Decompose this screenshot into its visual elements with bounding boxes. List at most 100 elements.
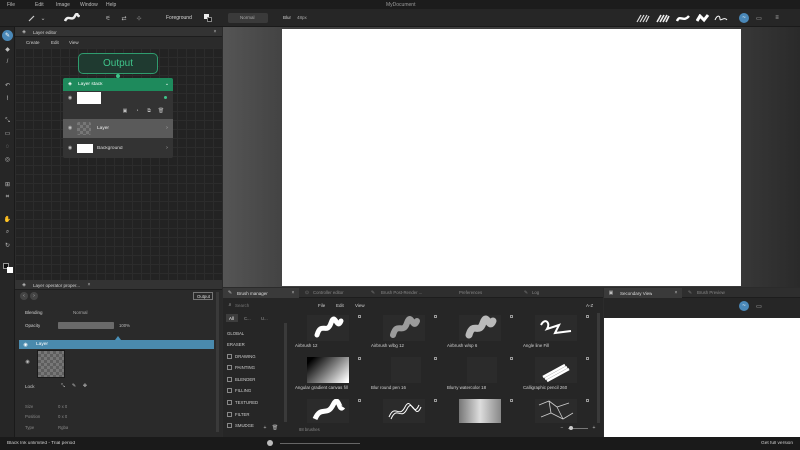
brush-preset-5-icon[interactable] bbox=[714, 14, 728, 23]
tab-brush-post-render[interactable]: Brush Post-Render ... bbox=[381, 290, 422, 295]
filter-all[interactable]: All bbox=[226, 314, 238, 322]
zoom-slider[interactable] bbox=[280, 443, 360, 444]
category-item[interactable]: ERASER bbox=[225, 339, 283, 350]
layer-stack-header[interactable]: ◈ Layer stack ⌄ bbox=[63, 78, 173, 91]
lock-paint-icon[interactable]: ✎ bbox=[70, 382, 78, 390]
tab-brush-manager[interactable]: ✎ Brush manager × bbox=[223, 288, 299, 298]
menu-image[interactable]: Image bbox=[56, 2, 70, 8]
blur-value[interactable]: 48px bbox=[297, 15, 307, 20]
brush-tile[interactable]: Blurry watercolor 18 bbox=[443, 355, 517, 397]
eye-icon[interactable]: ◉ bbox=[66, 124, 74, 132]
brush-tile[interactable] bbox=[367, 397, 441, 423]
collapse-icon[interactable]: ⌄ bbox=[163, 80, 171, 88]
crop-icon[interactable]: ⌗ bbox=[2, 193, 13, 202]
undo-icon[interactable]: ↶ bbox=[2, 81, 13, 90]
tab-controller-editor[interactable]: Controller editor bbox=[313, 290, 344, 295]
brush-icon[interactable]: ✎ bbox=[2, 30, 13, 41]
category-item[interactable]: DRAWING bbox=[225, 351, 283, 362]
category-item[interactable]: FILTER bbox=[225, 409, 283, 420]
brush-grid-scrollbar[interactable] bbox=[597, 313, 600, 423]
add-mask-icon[interactable]: ▣ bbox=[121, 107, 129, 115]
canvas-viewport[interactable] bbox=[223, 27, 800, 287]
brush-tile[interactable]: Angle line Fill bbox=[519, 313, 593, 355]
output-button[interactable]: Output bbox=[193, 292, 213, 300]
menu-edit[interactable]: Edit bbox=[35, 2, 44, 8]
zoom-out-icon[interactable]: − bbox=[558, 424, 566, 432]
transform-icon[interactable]: ⤡ bbox=[2, 117, 13, 126]
blend-mode-select[interactable]: Normal bbox=[228, 13, 268, 23]
category-checkbox[interactable] bbox=[227, 412, 232, 417]
category-scrollbar[interactable] bbox=[284, 323, 287, 422]
pencil-icon[interactable]: / bbox=[2, 57, 13, 66]
brush-tile[interactable]: Angular gradient canvas fill bbox=[291, 355, 365, 397]
tab-layer-editor[interactable]: Layer editor bbox=[33, 30, 57, 35]
tab-log[interactable]: Log bbox=[532, 290, 539, 295]
menu-view[interactable]: View bbox=[355, 303, 365, 308]
category-checkbox[interactable] bbox=[227, 400, 232, 405]
eye-icon[interactable]: ◉ bbox=[66, 144, 74, 152]
lasso-icon[interactable]: ◌ bbox=[2, 142, 13, 151]
mirror-icon[interactable]: ⇄ bbox=[119, 13, 129, 23]
mask-thumbnail[interactable] bbox=[77, 92, 101, 104]
filter-custom[interactable]: C... bbox=[241, 314, 255, 322]
delete-icon[interactable]: 🗑 bbox=[157, 107, 165, 115]
thumbnail-size-handle[interactable] bbox=[569, 426, 573, 430]
brush-tile[interactable] bbox=[443, 397, 517, 423]
pen-pressure-icon[interactable]: ~ bbox=[739, 13, 749, 23]
menu-edit[interactable]: Edit bbox=[51, 40, 59, 45]
category-item[interactable]: PAINTING bbox=[225, 362, 283, 373]
smudge-icon[interactable]: ⌇ bbox=[2, 94, 13, 103]
opacity-value[interactable]: 100% bbox=[119, 323, 130, 328]
pivot-icon[interactable]: ⊹ bbox=[135, 13, 143, 23]
layer-header-row[interactable]: ◉ Layer bbox=[19, 340, 214, 349]
hand-icon[interactable]: ✋ bbox=[2, 215, 13, 224]
node-graph-canvas[interactable]: Output ◈ Layer stack ⌄ ◉ ▣ ◔ ⧉ 🗑 ◉ Layer… bbox=[15, 48, 222, 280]
category-item[interactable]: GLOBAL bbox=[225, 328, 283, 339]
brush-preset-3-icon[interactable] bbox=[675, 14, 690, 23]
close-icon[interactable]: × bbox=[211, 28, 219, 36]
tab-brush-preview[interactable]: Brush Preview bbox=[697, 290, 725, 295]
eye-icon[interactable]: ◉ bbox=[24, 358, 31, 365]
document-canvas[interactable] bbox=[282, 29, 741, 286]
move-icon[interactable]: ⊞ bbox=[2, 180, 13, 189]
brush-tile[interactable]: Calligraphic pencil 260 bbox=[519, 355, 593, 397]
get-full-version-link[interactable]: Get full version bbox=[761, 441, 793, 446]
menu-view[interactable]: View bbox=[69, 40, 79, 45]
eraser-icon[interactable]: ◆ bbox=[2, 45, 13, 54]
brush-search-input[interactable] bbox=[235, 300, 305, 310]
layer-fx-icon[interactable]: ◔ bbox=[133, 107, 141, 115]
add-brush-icon[interactable]: + bbox=[261, 424, 269, 432]
lock-transparency-icon[interactable]: ⤡ bbox=[59, 382, 67, 390]
menu-file[interactable]: File bbox=[318, 303, 325, 308]
eraser-mode-icon[interactable]: ▭ bbox=[754, 13, 764, 23]
close-icon[interactable]: × bbox=[85, 281, 93, 289]
swap-colors-icon[interactable] bbox=[204, 14, 212, 22]
pen-pressure-icon[interactable]: ~ bbox=[739, 301, 749, 311]
eye-icon[interactable]: ◉ bbox=[22, 341, 29, 348]
symmetry-icon[interactable]: ⚟ bbox=[104, 13, 112, 23]
layer-row-background[interactable]: ◉ Background › bbox=[63, 139, 173, 158]
menu-edit[interactable]: Edit bbox=[336, 303, 344, 308]
foreground-label[interactable]: Foreground bbox=[166, 15, 192, 21]
settings-icon[interactable]: ≡ bbox=[772, 13, 782, 23]
brush-tile[interactable] bbox=[291, 397, 365, 423]
brush-preset-4-icon[interactable] bbox=[695, 13, 710, 23]
category-item[interactable]: TEXTURED bbox=[225, 397, 283, 408]
brush-tile[interactable]: Blur round pen 16 bbox=[367, 355, 441, 397]
menu-help[interactable]: Help bbox=[106, 2, 116, 8]
tab-layer-properties[interactable]: Layer operator proper... bbox=[33, 283, 80, 288]
eye-icon[interactable]: ◉ bbox=[66, 94, 74, 102]
category-checkbox[interactable] bbox=[227, 423, 232, 428]
brush-tile[interactable]: Airbrush w/bg 12 bbox=[367, 313, 441, 355]
menu-window[interactable]: Window bbox=[80, 2, 98, 8]
duplicate-icon[interactable]: ⧉ bbox=[145, 107, 153, 115]
category-item[interactable]: BLENDER bbox=[225, 374, 283, 385]
lock-position-icon[interactable]: ✥ bbox=[81, 382, 89, 390]
brush-tile[interactable]: Airbrush 12 bbox=[291, 313, 365, 355]
brush-tile[interactable] bbox=[519, 397, 593, 423]
fill-icon[interactable]: ◎ bbox=[2, 155, 13, 164]
forward-icon[interactable]: › bbox=[30, 292, 38, 300]
filter-user[interactable]: U... bbox=[258, 314, 272, 322]
zoom-slider-handle[interactable] bbox=[267, 440, 273, 446]
chevron-right-icon[interactable]: › bbox=[163, 144, 171, 152]
